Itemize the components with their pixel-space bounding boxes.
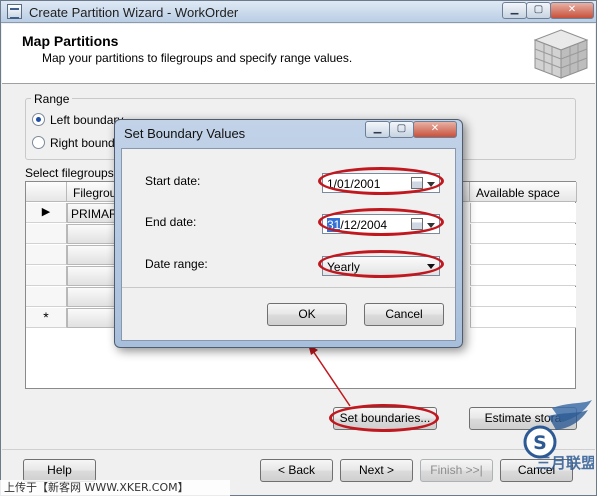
annotation-arrow-icon (308, 344, 351, 407)
page-title: Map Partitions (22, 33, 119, 49)
available-space-cell (470, 308, 576, 328)
calendar-icon (411, 177, 423, 189)
end-date-day-selected: 31 (327, 218, 341, 232)
page-subtitle: Map your partitions to filegroups and sp… (42, 51, 353, 65)
chevron-down-icon (427, 264, 435, 269)
row-indicator[interactable]: * (26, 308, 67, 328)
date-range-value: Yearly (327, 260, 360, 274)
row-indicator[interactable]: ▶ (26, 203, 67, 223)
left-boundary-label: Left boundary (50, 113, 124, 127)
right-boundary-radio[interactable] (32, 136, 45, 149)
end-date-rest: /12/2004 (340, 218, 388, 232)
available-space-cell (470, 203, 576, 223)
dialog-maximize-icon[interactable]: ▢ (389, 121, 414, 138)
left-boundary-radio[interactable] (32, 113, 45, 126)
wizard-app-icon (7, 4, 22, 19)
row-indicator[interactable] (26, 224, 67, 244)
available-space-column-header[interactable]: Available space (470, 182, 577, 202)
dialog-minimize-icon[interactable]: ▁ (365, 121, 390, 138)
start-date-value: 1/01/2001 (327, 177, 381, 191)
svg-text:三月联盟: 三月联盟 (536, 454, 594, 472)
filegroup-grid-label: Select filegroups ar (25, 166, 128, 180)
next-button[interactable]: Next > (340, 459, 413, 482)
date-range-select[interactable]: Yearly (322, 256, 440, 276)
dialog-title: Set Boundary Values (124, 126, 246, 141)
end-date-picker[interactable]: 31/12/2004 (322, 214, 440, 234)
back-button[interactable]: < Back (260, 459, 333, 482)
dialog-close-icon[interactable]: ✕ (413, 121, 457, 138)
partition-cube-icon (533, 29, 589, 79)
chevron-down-icon (427, 182, 435, 187)
close-icon[interactable]: ✕ (550, 2, 594, 19)
date-range-label: Date range: (145, 257, 208, 271)
range-group-label: Range (31, 92, 73, 106)
help-button[interactable]: Help (23, 459, 96, 482)
start-date-label: Start date: (145, 174, 201, 188)
set-boundary-dialog: Set Boundary Values ▁ ▢ ✕ Start date: 1/… (114, 119, 463, 348)
dialog-separator (122, 287, 455, 288)
site-logo-watermark-icon: S 三月联盟 (523, 400, 594, 472)
available-space-cell (470, 287, 576, 307)
row-indicator[interactable] (26, 245, 67, 265)
svg-text:S: S (533, 432, 547, 454)
chevron-down-icon (427, 223, 435, 228)
window-title: Create Partition Wizard - WorkOrder (29, 5, 239, 20)
wizard-header: Map Partitions Map your partitions to fi… (2, 24, 595, 84)
upload-watermark: 上传于【新客网 WWW.XKER.COM】 (0, 480, 230, 496)
available-space-cell (470, 266, 576, 286)
footer-divider (2, 449, 595, 450)
start-date-picker[interactable]: 1/01/2001 (322, 173, 440, 193)
dialog-cancel-button[interactable]: Cancel (364, 303, 444, 326)
available-space-cell (470, 224, 576, 244)
calendar-icon (411, 218, 423, 230)
finish-button: Finish >>| (420, 459, 493, 482)
grid-corner-header (26, 182, 67, 202)
end-date-label: End date: (145, 215, 197, 229)
maximize-icon[interactable]: ▢ (526, 2, 551, 19)
title-bar: Create Partition Wizard - WorkOrder ▁ ▢ … (1, 1, 596, 23)
available-space-cell (470, 245, 576, 265)
row-indicator[interactable] (26, 266, 67, 286)
minimize-icon[interactable]: ▁ (502, 2, 527, 19)
row-indicator[interactable] (26, 287, 67, 307)
dialog-ok-button[interactable]: OK (267, 303, 347, 326)
dialog-body: Start date: 1/01/2001 End date: 31/12/20… (121, 148, 456, 341)
